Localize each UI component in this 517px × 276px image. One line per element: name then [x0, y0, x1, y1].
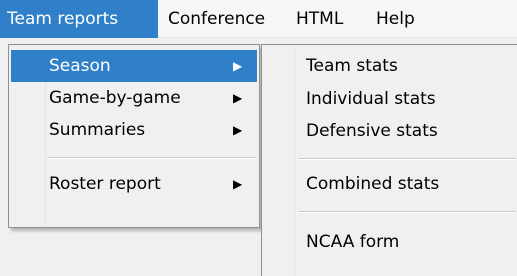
menu-item-label: Combined stats — [306, 174, 440, 194]
menu-separator — [298, 211, 516, 213]
team-reports-dropdown: Season ▶ Game-by-game ▶ Summaries ▶ Rost… — [8, 44, 260, 228]
submenu-item-combined-stats[interactable]: Combined stats — [264, 168, 516, 200]
triangle-right-icon: ▶ — [233, 123, 243, 137]
menu-item-summaries[interactable]: Summaries ▶ — [11, 114, 257, 146]
triangle-right-icon: ▶ — [233, 91, 243, 105]
triangle-right-icon: ▶ — [233, 59, 243, 73]
menu-item-label: Game-by-game — [49, 88, 181, 108]
season-submenu: Team stats Individual stats Defensive st… — [261, 44, 517, 276]
menu-help[interactable]: Help — [366, 0, 436, 38]
menu-separator — [47, 157, 255, 159]
menu-item-game-by-game[interactable]: Game-by-game ▶ — [11, 82, 257, 114]
menu-item-label: Summaries — [49, 120, 146, 140]
menu-bar: Team reports Conference HTML Help — [0, 0, 517, 38]
submenu-item-team-stats[interactable]: Team stats — [264, 50, 516, 82]
submenu-item-individual-stats[interactable]: Individual stats — [264, 83, 516, 115]
menu-item-label: Defensive stats — [306, 121, 438, 141]
menu-item-label: Individual stats — [306, 89, 436, 109]
submenu-item-ncaa-form[interactable]: NCAA form — [264, 226, 516, 258]
menu-item-label: NCAA form — [306, 232, 400, 252]
triangle-right-icon: ▶ — [233, 177, 243, 191]
menu-item-season[interactable]: Season ▶ — [11, 50, 257, 82]
menu-item-label: Roster report — [49, 174, 161, 194]
menu-conference[interactable]: Conference — [158, 0, 286, 38]
menu-item-label: Season — [49, 56, 111, 76]
menu-item-roster-report[interactable]: Roster report ▶ — [11, 168, 257, 200]
menu-html[interactable]: HTML — [286, 0, 366, 38]
menu-separator — [298, 158, 516, 160]
menu-team-reports[interactable]: Team reports — [0, 0, 158, 38]
menu-item-label: Team stats — [306, 56, 398, 76]
submenu-item-defensive-stats[interactable]: Defensive stats — [264, 115, 516, 147]
